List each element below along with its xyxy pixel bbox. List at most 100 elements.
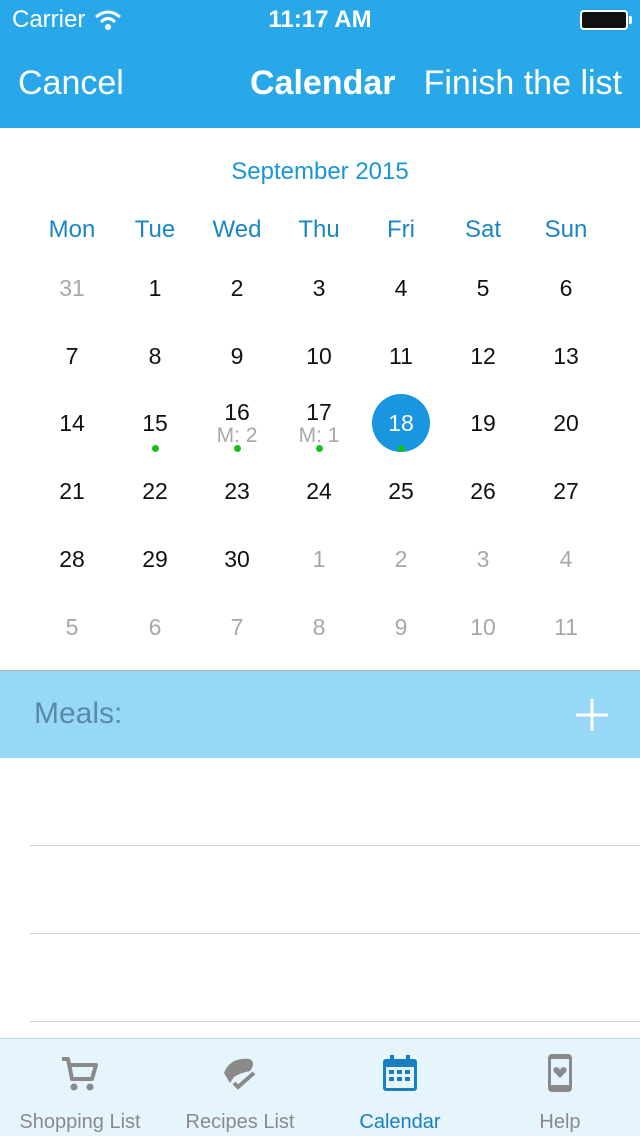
calendar-day[interactable]: 5 [31,593,113,661]
calendar-day[interactable]: 26 [442,457,524,525]
calendar-day[interactable]: 19 [442,389,524,457]
day-number: 15 [142,410,168,437]
meals-bar: Meals: [0,670,640,758]
day-number: 31 [59,275,85,301]
calendar-day[interactable]: 2 [360,525,442,593]
calendar-day[interactable]: 30 [196,525,278,593]
meal-row-divider [30,845,640,846]
cart-icon [62,1057,98,1091]
calendar-day[interactable]: 1 [278,525,360,593]
calendar-day[interactable]: 8 [278,593,360,661]
day-number: 13 [553,342,579,369]
tab-shopping-list[interactable]: Shopping List [0,1039,160,1136]
weekday-header: Mon Tue Wed Thu Fri Sat Sun [0,216,640,250]
calendar-day[interactable]: 1 [114,254,196,322]
tab-bar: Shopping List Recipes List Calendar Help [0,1038,640,1136]
day-number: 8 [148,342,162,369]
calendar-day[interactable]: 6 [114,593,196,661]
event-dot [397,445,405,453]
calendar-day[interactable]: 8 [114,322,196,390]
status-time: 11:17 AM [268,6,372,33]
day-number: 22 [142,478,168,505]
calendar-day-selected[interactable]: 18 [360,389,442,457]
day-number: 4 [394,275,408,301]
calendar-day[interactable]: 25 [360,457,442,525]
calendar-day[interactable]: 11 [525,593,607,661]
calendar-day[interactable]: 6 [525,254,607,322]
day-number: 23 [224,478,250,505]
event-dot [233,445,241,453]
day-number: 14 [59,410,85,437]
calendar-day[interactable]: 21 [31,457,113,525]
weekday-label: Sat [464,216,502,243]
day-number: 9 [394,613,408,640]
calendar-day[interactable]: 4 [525,525,607,593]
calendar-day[interactable]: 20 [525,389,607,457]
calendar-day[interactable]: 23 [196,457,278,525]
meal-row-divider [30,933,640,934]
day-number: 11 [389,342,413,369]
day-number: 10 [470,613,496,640]
calendar-day[interactable]: 2 [196,254,278,322]
calendar-day[interactable]: 29 [114,525,196,593]
tab-calendar[interactable]: Calendar [320,1039,480,1136]
day-number: 30 [224,545,250,572]
calendar-day[interactable]: 31 [31,254,113,322]
calendar-day[interactable]: 7 [31,322,113,390]
day-number: 6 [148,613,162,640]
day-number: 25 [388,478,414,505]
finish-list-button[interactable]: Finish the list [424,64,622,103]
day-number: 7 [230,613,244,640]
day-number: 28 [59,545,85,572]
day-number: 26 [470,478,496,505]
calendar-day[interactable]: 9 [360,593,442,661]
day-number: 1 [148,275,162,301]
weekday-label: Tue [134,216,176,243]
calendar-icon [383,1055,417,1091]
day-number: 16 [224,399,250,426]
calendar-day[interactable]: 10 [442,593,524,661]
calendar-day[interactable]: 9 [196,322,278,390]
battery-icon [580,10,632,30]
calendar-day[interactable]: 14 [31,389,113,457]
add-meal-button[interactable] [574,697,610,733]
day-number: 1 [312,545,326,572]
recipes-icon [224,1058,256,1090]
calendar-day[interactable]: 22 [114,457,196,525]
calendar-day[interactable]: 24 [278,457,360,525]
calendar-day[interactable]: 7 [196,593,278,661]
calendar-day[interactable]: 13 [525,322,607,390]
navigation-header: Carrier 11:17 AM Cancel Calendar Finish … [0,0,640,128]
tab-help[interactable]: Help [480,1039,640,1136]
calendar-day[interactable]: 11 [360,322,442,390]
day-number: 3 [312,275,326,301]
tab-label: Help [539,1111,581,1133]
cancel-button[interactable]: Cancel [18,64,124,103]
calendar-day[interactable]: 4 [360,254,442,322]
day-number: 18 [388,410,414,437]
meal-row-divider [30,1021,640,1022]
day-number: 2 [230,275,244,301]
tab-label: Calendar [359,1111,441,1133]
weekday-label: Mon [48,216,96,243]
calendar-day[interactable]: 16 M: 2 [196,389,278,457]
day-number: 5 [65,613,79,640]
day-number: 6 [559,275,573,301]
tab-recipes-list[interactable]: Recipes List [160,1039,320,1136]
calendar-day[interactable]: 17 M: 1 [278,389,360,457]
calendar-day[interactable]: 28 [31,525,113,593]
tab-label: Recipes List [185,1111,295,1133]
calendar-day[interactable]: 27 [525,457,607,525]
day-number: 21 [59,478,85,505]
calendar-day[interactable]: 3 [278,254,360,322]
calendar-day[interactable]: 15 [114,389,196,457]
event-dot [315,445,323,453]
day-number: 12 [470,342,496,369]
weekday-label: Fri [387,216,415,243]
calendar-day[interactable]: 12 [442,322,524,390]
day-number: 3 [476,545,490,572]
calendar-day[interactable]: 5 [442,254,524,322]
day-number: 8 [312,613,326,640]
calendar-day[interactable]: 3 [442,525,524,593]
calendar-day[interactable]: 10 [278,322,360,390]
